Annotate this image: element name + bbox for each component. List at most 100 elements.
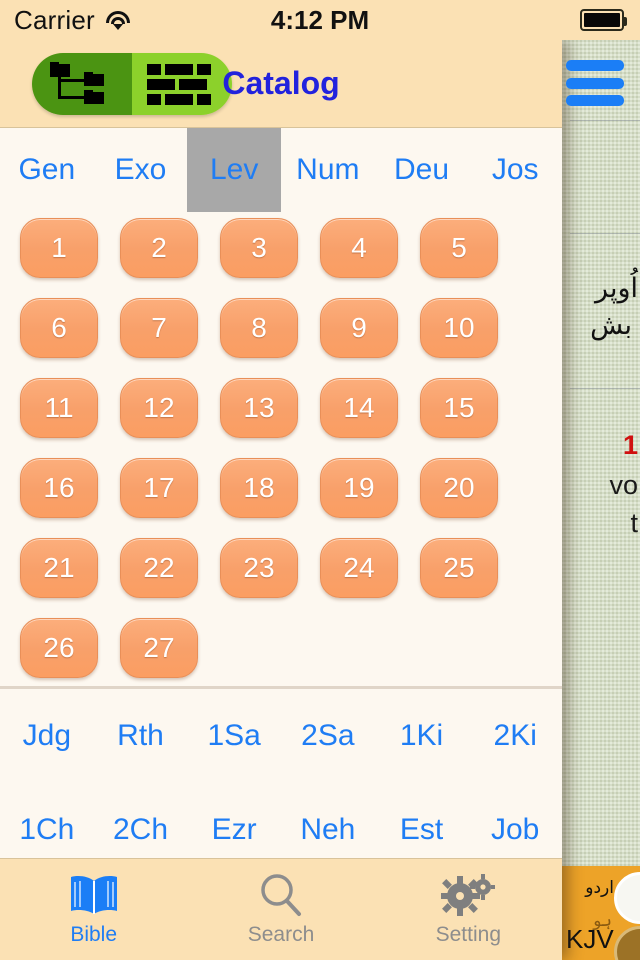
chapter-button-1[interactable]: 1 <box>20 218 98 278</box>
chapter-button-8[interactable]: 8 <box>220 298 298 358</box>
hamburger-menu-icon[interactable] <box>566 60 624 106</box>
chapter-button-17[interactable]: 17 <box>120 458 198 518</box>
chapter-button-20[interactable]: 20 <box>420 458 498 518</box>
book-item-jdg[interactable]: Jdg <box>0 689 94 783</box>
chapter-button-10[interactable]: 10 <box>420 298 498 358</box>
gears-icon <box>441 872 496 918</box>
book-tab-gen[interactable]: Gen <box>0 128 94 212</box>
chapter-label: 13 <box>243 392 275 423</box>
book-item-2ki[interactable]: 2Ki <box>468 689 562 783</box>
book-item-2sa[interactable]: 2Sa <box>281 689 375 783</box>
reader-divider <box>570 388 640 389</box>
reader-divider <box>570 120 640 121</box>
book-item-label: 1Ch <box>19 813 75 846</box>
book-item-label: 1Ki <box>399 719 444 752</box>
book-tab-exo[interactable]: Exo <box>94 128 188 212</box>
book-tab-num[interactable]: Num <box>281 128 375 212</box>
book-tabs-top: Gen Exo Lev Num Deu Jos <box>0 128 562 212</box>
chapter-label: 4 <box>351 232 367 263</box>
chapter-button-22[interactable]: 22 <box>120 538 198 598</box>
magnifier-icon <box>257 872 305 918</box>
chapter-label: 19 <box>343 472 375 503</box>
chapter-button-18[interactable]: 18 <box>220 458 298 518</box>
chapter-button-21[interactable]: 21 <box>20 538 98 598</box>
chapter-grid: 1 2 3 4 5 6 7 8 9 10 11 12 13 14 15 16 17 18 19 20 21 22 23 24 2… <box>20 218 562 698</box>
battery-full-icon <box>580 9 627 31</box>
chapter-button-9[interactable]: 9 <box>320 298 398 358</box>
chapter-label: 23 <box>243 552 275 583</box>
chapter-button-25[interactable]: 25 <box>420 538 498 598</box>
book-tab-label: Num <box>296 153 360 186</box>
book-tab-deu[interactable]: Deu <box>375 128 469 212</box>
book-tab-label: Lev <box>209 153 259 186</box>
chapter-label: 5 <box>451 232 467 263</box>
book-tab-label: Jos <box>491 153 539 186</box>
chapter-button-7[interactable]: 7 <box>120 298 198 358</box>
chapter-label: 25 <box>443 552 475 583</box>
clock-label: 4:12 PM <box>270 4 370 35</box>
chapter-button-2[interactable]: 2 <box>120 218 198 278</box>
book-item-label: Job <box>491 813 540 846</box>
open-book-icon <box>68 872 120 918</box>
chapter-button-23[interactable]: 23 <box>220 538 298 598</box>
chapter-label: 22 <box>143 552 175 583</box>
chapter-label: 24 <box>343 552 375 583</box>
chapter-label: 2 <box>151 232 167 263</box>
chapter-label: 21 <box>43 552 75 583</box>
chapter-button-19[interactable]: 19 <box>320 458 398 518</box>
chapter-label: 9 <box>351 312 367 343</box>
book-item-label: Rth <box>117 719 164 752</box>
chapter-label: 18 <box>243 472 275 503</box>
book-tab-label: Exo <box>114 153 167 186</box>
chapter-button-16[interactable]: 16 <box>20 458 98 518</box>
chapter-button-27[interactable]: 27 <box>120 618 198 678</box>
chapter-button-14[interactable]: 14 <box>320 378 398 438</box>
book-item-1ki[interactable]: 1Ki <box>375 689 469 783</box>
chapter-label: 26 <box>43 632 75 663</box>
reader-version-label: KJV <box>566 924 614 954</box>
reader-verse-number: 1 <box>622 430 638 460</box>
book-tab-label: Deu <box>394 153 450 186</box>
catalog-panel: Catalog Gen Exo Lev Num Deu Jos 12345678… <box>0 40 562 960</box>
chapter-button-26[interactable]: 26 <box>20 618 98 678</box>
book-item-1sa[interactable]: 1Sa <box>187 689 281 783</box>
chapter-label: 11 <box>44 392 74 423</box>
status-bar: Carrier 4:12 PM <box>0 0 640 40</box>
reader-background-panel[interactable]: اُوپر بش 1 vo t اردو ہو KJV <box>562 40 640 960</box>
chapter-button-5[interactable]: 5 <box>420 218 498 278</box>
chapter-label: 17 <box>143 472 175 503</box>
chapter-button-12[interactable]: 12 <box>120 378 198 438</box>
reader-text-area: اُوپر بش 1 vo t <box>562 40 640 866</box>
tab-search[interactable]: Search <box>187 859 374 960</box>
chapter-button-15[interactable]: 15 <box>420 378 498 438</box>
reader-urdu-line-1: اُوپر <box>595 273 638 304</box>
app-root: اُوپر بش 1 vo t اردو ہو KJV Carrier 4:12… <box>0 0 640 960</box>
reader-urdu-line-2: بش <box>590 310 632 341</box>
chapter-button-3[interactable]: 3 <box>220 218 298 278</box>
book-list-bottom: Jdg Rth 1Sa 2Sa 1Ki 2Ki 1Ch 2Ch Ezr Neh … <box>0 689 562 878</box>
book-tab-lev[interactable]: Lev <box>187 128 282 212</box>
reader-knob-light[interactable] <box>614 872 640 924</box>
tab-setting[interactable]: Setting <box>375 859 562 960</box>
chapter-label: 3 <box>251 232 267 263</box>
page-title: Catalog <box>222 65 340 101</box>
tab-bible[interactable]: Bible <box>0 859 187 960</box>
reader-footer-bar: اردو ہو KJV <box>562 866 640 960</box>
tab-label: Setting <box>435 923 502 946</box>
chapter-label: 20 <box>443 472 475 503</box>
chapter-button-13[interactable]: 13 <box>220 378 298 438</box>
tab-label: Bible <box>70 923 118 946</box>
book-tab-jos[interactable]: Jos <box>468 128 562 212</box>
chapter-button-6[interactable]: 6 <box>20 298 98 358</box>
reader-verse-text-line-1: vo <box>609 470 638 500</box>
chapter-label: 16 <box>43 472 75 503</box>
chapter-button-11[interactable]: 11 <box>20 378 98 438</box>
book-item-rth[interactable]: Rth <box>94 689 188 783</box>
chapter-label: 6 <box>51 312 67 343</box>
chapter-button-4[interactable]: 4 <box>320 218 398 278</box>
book-item-label: 2Sa <box>301 719 355 752</box>
reader-knob-dark[interactable] <box>614 926 640 960</box>
chapter-button-24[interactable]: 24 <box>320 538 398 598</box>
navigation-bar: Catalog <box>0 40 562 128</box>
chapter-label: 10 <box>443 312 475 343</box>
